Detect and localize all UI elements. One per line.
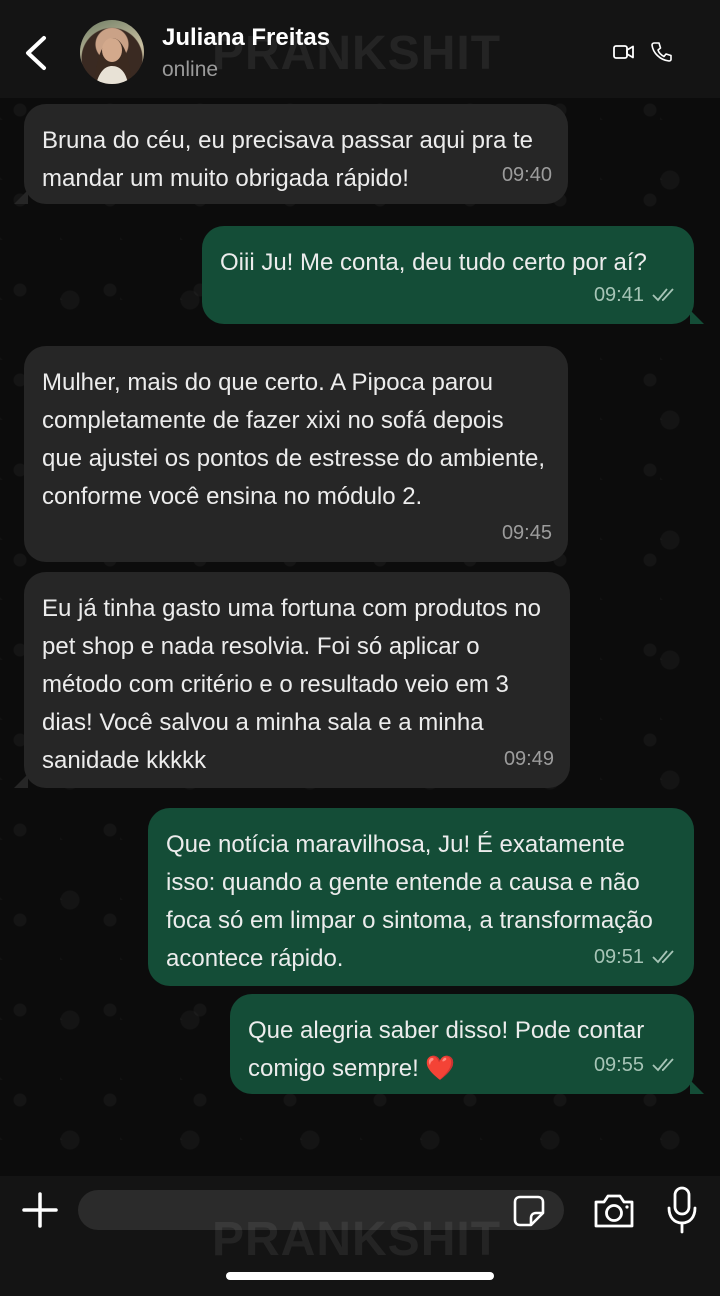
camera-icon[interactable] <box>592 1190 636 1230</box>
double-check-icon <box>652 288 674 302</box>
bubble-tail <box>690 1080 704 1094</box>
message-meta: 09:41 <box>594 276 678 314</box>
message-bubble-outgoing[interactable]: Que notícia maravilhosa, Ju! É exatament… <box>148 808 694 986</box>
avatar[interactable] <box>80 20 144 84</box>
double-check-icon <box>652 950 674 964</box>
message-meta: 09:51 <box>594 938 678 976</box>
message-meta: 09:45 <box>502 514 552 552</box>
message-time: 09:41 <box>593 284 644 306</box>
message-meta: 09:40 <box>502 156 552 194</box>
bubble-tail <box>14 774 28 788</box>
message-meta: 09:55 <box>594 1046 678 1084</box>
message-text: Mulher, mais do que certo. A Pipoca paro… <box>42 369 545 510</box>
plus-icon[interactable] <box>20 1190 60 1230</box>
contact-name[interactable]: Juliana Freitas <box>162 24 330 52</box>
phone-icon[interactable] <box>650 40 672 64</box>
sticker-icon[interactable] <box>512 1194 546 1228</box>
message-text: Eu já tinha gasto uma fortuna com produt… <box>42 595 541 774</box>
bubble-tail <box>14 190 28 204</box>
microphone-icon[interactable] <box>666 1186 698 1234</box>
message-time: 09:40 <box>501 164 552 186</box>
back-arrow-icon[interactable] <box>22 34 50 72</box>
video-call-icon[interactable] <box>612 40 636 64</box>
message-bubble-incoming[interactable]: Eu já tinha gasto uma fortuna com produt… <box>14 572 570 788</box>
contact-status: online <box>162 58 219 81</box>
message-text: Bruna do céu, eu precisava passar aqui p… <box>42 127 533 192</box>
home-indicator <box>226 1272 494 1280</box>
double-check-icon <box>652 1058 674 1072</box>
chat-header: Juliana Freitas online <box>0 0 720 98</box>
composer-bar <box>0 1176 720 1296</box>
message-meta: 09:49 <box>504 740 554 778</box>
message-bubble-outgoing[interactable]: Que alegria saber disso! Pode contar com… <box>230 994 704 1094</box>
message-bubble-incoming[interactable]: Mulher, mais do que certo. A Pipoca paro… <box>24 346 568 562</box>
message-time: 09:55 <box>593 1054 644 1076</box>
message-input[interactable] <box>78 1190 564 1230</box>
message-time: 09:51 <box>593 946 644 968</box>
message-bubble-outgoing[interactable]: Oiii Ju! Me conta, deu tudo certo por aí… <box>202 226 704 324</box>
message-time: 09:45 <box>501 522 552 544</box>
message-time: 09:49 <box>503 748 554 770</box>
bubble-tail <box>690 310 704 324</box>
message-bubble-incoming[interactable]: Bruna do céu, eu precisava passar aqui p… <box>14 104 568 204</box>
